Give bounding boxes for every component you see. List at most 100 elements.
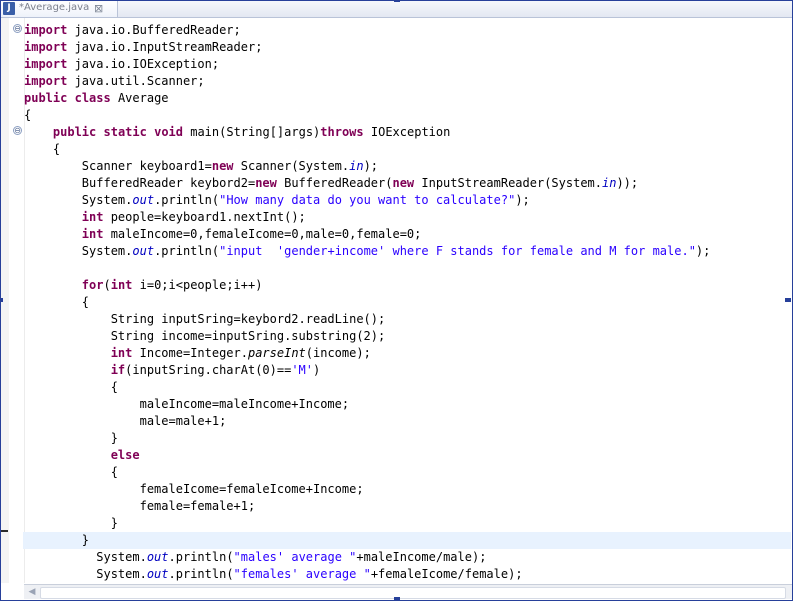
code-token: .println( — [154, 244, 220, 258]
code-line[interactable]: import java.io.IOException; — [24, 56, 792, 73]
code-token: public — [24, 91, 68, 105]
code-token: femaleIcome=femaleIcome+Income; — [24, 482, 364, 496]
folding-ruler: ⊖ ⊖ — [9, 18, 25, 583]
code-line[interactable]: String inputSring=keybord2.readLine(); — [24, 311, 792, 328]
code-line[interactable]: } — [23, 532, 791, 549]
fold-collapse-icon[interactable]: ⊖ — [13, 24, 22, 33]
code-line[interactable] — [24, 260, 792, 277]
code-line[interactable]: { — [24, 464, 792, 481]
code-token: new — [211, 159, 234, 173]
code-token: ); — [363, 159, 379, 173]
code-token: for — [81, 278, 104, 292]
code-line[interactable]: { — [24, 141, 792, 158]
code-line[interactable]: femaleIcome=femaleIcome+Income; — [24, 481, 792, 498]
code-line[interactable]: int people=keyboard1.nextInt(); — [24, 209, 792, 226]
code-line[interactable]: for(int i=0;i<people;i++) — [24, 277, 792, 294]
horizontal-scrollbar[interactable]: ◀ — [24, 584, 792, 599]
code-token: java.io.BufferedReader; — [67, 23, 241, 37]
code-line[interactable]: } — [24, 515, 792, 532]
code-token: System. — [24, 244, 133, 258]
code-line[interactable]: System.out.println("females' average "+f… — [24, 566, 792, 583]
scroll-left-arrow-icon[interactable]: ◀ — [26, 586, 38, 598]
code-token: BufferedReader keybord2= — [24, 176, 256, 190]
code-token: import — [24, 57, 68, 71]
code-token: java.io.InputStreamReader; — [67, 40, 263, 54]
code-token: .println( — [168, 550, 234, 564]
tab-title: *Average.java — [19, 2, 90, 13]
code-token: { — [24, 380, 118, 394]
code-token: IOException — [363, 125, 451, 139]
code-token: out — [146, 567, 169, 581]
code-token: +femaleIcome/female); — [370, 567, 523, 581]
code-token: people=keyboard1.nextInt(); — [103, 210, 306, 224]
code-line[interactable]: male=male+1; — [24, 413, 792, 430]
code-token: int — [81, 210, 104, 224]
close-icon[interactable]: ⊠ — [94, 1, 103, 16]
code-token: java.util.Scanner; — [67, 74, 205, 88]
code-line[interactable]: if(inputSring.charAt(0)=='M') — [24, 362, 792, 379]
code-line[interactable]: System.out.println("How many data do you… — [24, 192, 792, 209]
code-token: .println( — [154, 193, 220, 207]
code-line[interactable]: int Income=Integer.parseInt(income); — [24, 345, 792, 362]
code-token: } — [24, 516, 118, 530]
tab-average-java[interactable]: J *Average.java ⊠ — [1, 1, 118, 17]
code-token: int — [81, 227, 104, 241]
code-token: i=0;i<people;i++) — [132, 278, 263, 292]
code-token: in — [602, 176, 617, 190]
window-resize-handle[interactable] — [394, 0, 400, 2]
scrollbar-thumb[interactable] — [40, 587, 786, 599]
code-token: BufferedReader( — [276, 176, 393, 190]
code-token: int — [110, 278, 133, 292]
code-token: java.io.IOException; — [67, 57, 220, 71]
code-token: main(String[]args) — [183, 125, 321, 139]
code-token: ( — [103, 278, 111, 292]
fold-collapse-icon[interactable]: ⊖ — [13, 126, 22, 135]
code-line[interactable]: System.out.println("males' average "+mal… — [24, 549, 792, 566]
code-line[interactable]: Scanner keyboard1=new Scanner(System.in)… — [24, 158, 792, 175]
code-line[interactable]: public static void main(String[]args)thr… — [24, 124, 792, 141]
code-token: (income); — [305, 346, 371, 360]
code-token: out — [146, 550, 169, 564]
code-token: )); — [616, 176, 639, 190]
code-token: 'M' — [291, 363, 314, 377]
code-token: .println( — [168, 567, 234, 581]
code-token: maleIncome=maleIncome+Income; — [24, 397, 350, 411]
code-token: new — [392, 176, 415, 190]
code-token: { — [24, 465, 118, 479]
code-editor[interactable]: import java.io.BufferedReader; import ja… — [23, 22, 792, 583]
code-line[interactable]: import java.util.Scanner; — [24, 73, 792, 90]
code-line[interactable]: System.out.println("input 'gender+income… — [24, 243, 792, 260]
code-token: { — [24, 108, 32, 122]
code-line[interactable]: maleIncome=maleIncome+Income; — [24, 396, 792, 413]
code-line[interactable]: { — [24, 107, 792, 124]
code-token: static — [103, 125, 147, 139]
code-line[interactable]: String income=inputSring.substring(2); — [24, 328, 792, 345]
code-line[interactable]: import java.io.BufferedReader; — [24, 22, 792, 39]
code-line[interactable]: public class Average — [24, 90, 792, 107]
code-token: } — [24, 431, 118, 445]
code-token: String inputSring=keybord2.readLine(); — [24, 312, 386, 326]
code-line[interactable]: { — [24, 379, 792, 396]
code-line[interactable]: int maleIncome=0,femaleIcome=0,male=0,fe… — [24, 226, 792, 243]
code-token: ); — [695, 244, 711, 258]
window-resize-handle[interactable] — [0, 298, 3, 302]
code-line[interactable]: BufferedReader keybord2= new BufferedRead… — [24, 175, 792, 192]
window-resize-handle[interactable] — [785, 298, 791, 302]
code-token: public — [52, 125, 97, 139]
code-line[interactable]: female=female+1; — [24, 498, 792, 515]
code-token: import — [24, 40, 68, 54]
code-token: maleIncome=0,femaleIcome=0,male=0,female… — [103, 227, 422, 241]
current-line-marker — [1, 530, 8, 532]
code-line[interactable]: { — [24, 294, 792, 311]
code-line[interactable]: } — [24, 430, 792, 447]
code-line[interactable]: import java.io.InputStreamReader; — [24, 39, 792, 56]
code-token: out — [132, 244, 155, 258]
code-line[interactable]: else — [24, 447, 792, 464]
window-resize-handle[interactable] — [394, 597, 400, 600]
